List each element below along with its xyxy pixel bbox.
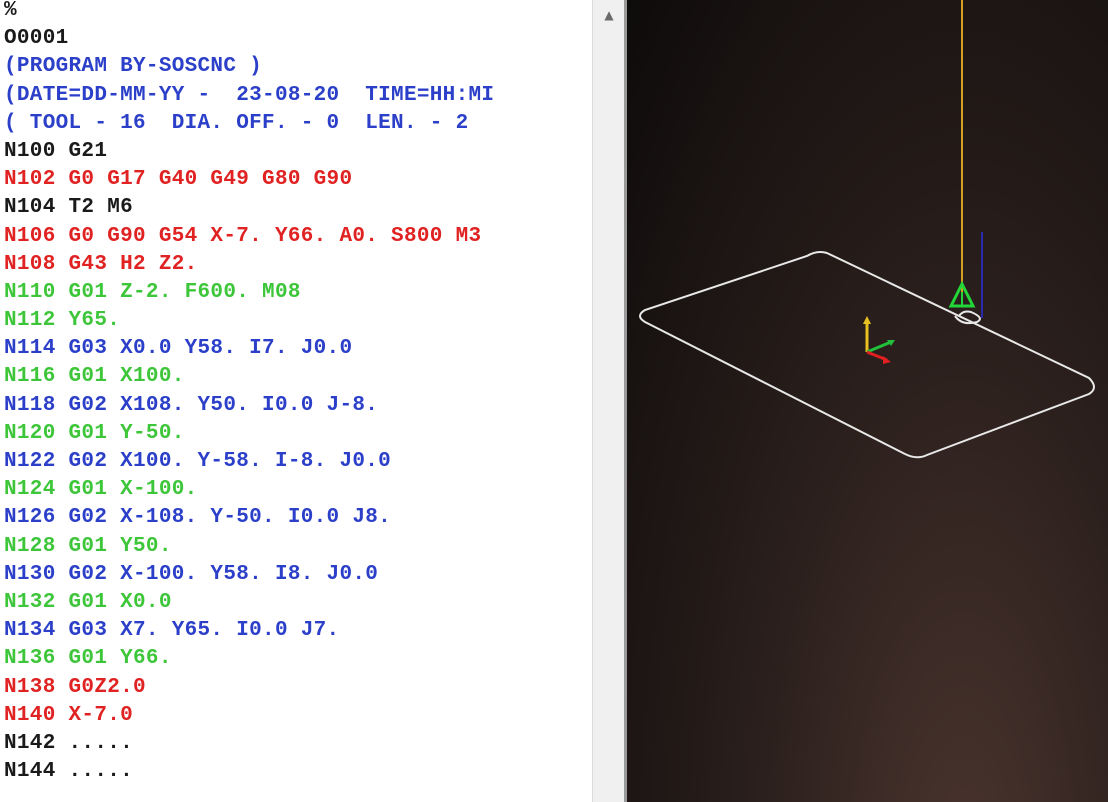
gcode-line[interactable]: % — [4, 0, 494, 25]
gcode-line[interactable]: N136 G01 Y66. — [4, 645, 494, 673]
gcode-line[interactable]: N124 G01 X-100. — [4, 476, 494, 504]
gcode-line[interactable]: N128 G01 Y50. — [4, 533, 494, 561]
toolpath-outline — [639, 251, 1095, 459]
gcode-line[interactable]: N104 T2 M6 — [4, 194, 494, 222]
gcode-line[interactable]: N110 G01 Z-2. F600. M08 — [4, 279, 494, 307]
gcode-lines: % O0001 (PROGRAM BY-SOSCNC ) (DATE=DD-MM-YY… — [4, 0, 494, 786]
gcode-line[interactable]: N138 G0Z2.0 — [4, 674, 494, 702]
gcode-line[interactable]: N140 X-7.0 — [4, 702, 494, 730]
gcode-line[interactable]: ( TOOL - 16 DIA. OFF. - 0 LEN. - 2 — [4, 110, 494, 138]
gcode-line[interactable]: O0001 — [4, 25, 494, 53]
gcode-line[interactable]: N132 G01 X0.0 — [4, 589, 494, 617]
gcode-line[interactable]: N108 G43 H2 Z2. — [4, 251, 494, 279]
gcode-line[interactable]: (DATE=DD-MM-YY - 23-08-20 TIME=HH:MI — [4, 82, 494, 110]
gcode-line[interactable]: N134 G03 X7. Y65. I0.0 J7. — [4, 617, 494, 645]
gcode-line[interactable]: N102 G0 G17 G40 G49 G80 G90 — [4, 166, 494, 194]
gcode-line[interactable]: N116 G01 X100. — [4, 363, 494, 391]
gcode-editor[interactable]: % O0001 (PROGRAM BY-SOSCNC ) (DATE=DD-MM-YY… — [0, 0, 592, 802]
tool-position-marker — [948, 280, 976, 308]
3d-toolpath-viewport[interactable] — [627, 0, 1108, 802]
gcode-line[interactable]: N106 G0 G90 G54 X-7. Y66. A0. S800 M3 — [4, 223, 494, 251]
gcode-line[interactable]: N130 G02 X-100. Y58. I8. J0.0 — [4, 561, 494, 589]
cnc-simulator-window: % O0001 (PROGRAM BY-SOSCNC ) (DATE=DD-MM-YY… — [0, 0, 1108, 802]
toolpath-lead-in — [954, 310, 981, 325]
toolpath-canvas — [639, 0, 1095, 459]
gcode-line[interactable]: N144 ..... — [4, 758, 494, 786]
gcode-line[interactable]: N112 Y65. — [4, 307, 494, 335]
gcode-line[interactable]: N118 G02 X108. Y50. I0.0 J-8. — [4, 392, 494, 420]
gcode-line[interactable]: N122 G02 X100. Y-58. I-8. J0.0 — [4, 448, 494, 476]
scroll-up-arrow-icon[interactable]: ▲ — [593, 4, 625, 26]
gcode-line[interactable]: N114 G03 X0.0 Y58. I7. J0.0 — [4, 335, 494, 363]
gcode-line[interactable]: N100 G21 — [4, 138, 494, 166]
origin-axis-triad-icon — [863, 316, 895, 364]
gcode-line[interactable]: N120 G01 Y-50. — [4, 420, 494, 448]
gcode-line[interactable]: N126 G02 X-108. Y-50. I0.0 J8. — [4, 504, 494, 532]
gcode-line[interactable]: (PROGRAM BY-SOSCNC ) — [4, 53, 494, 81]
gcode-line[interactable]: N142 ..... — [4, 730, 494, 758]
editor-scrollbar[interactable]: ▲ — [592, 0, 625, 802]
